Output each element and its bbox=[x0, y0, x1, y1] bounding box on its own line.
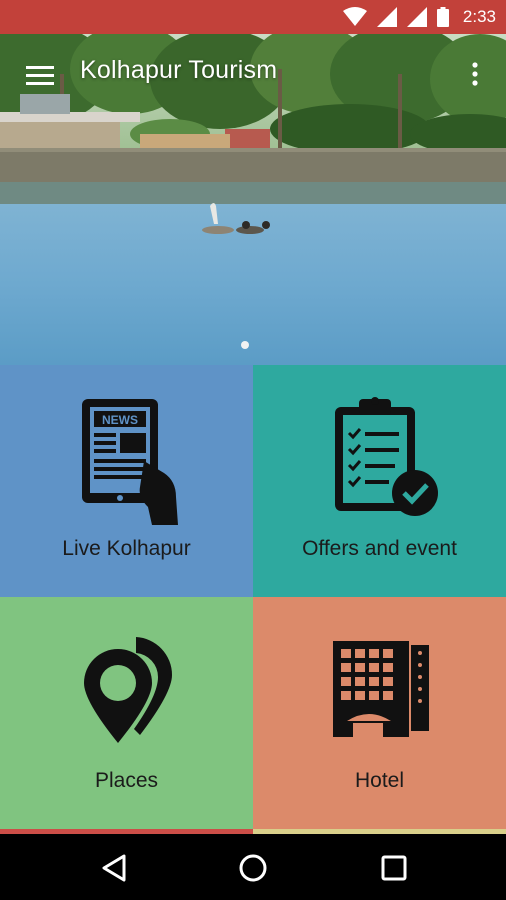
back-icon bbox=[102, 854, 126, 882]
tile-live-kolhapur[interactable]: NEWS Live Kolhapur bbox=[0, 365, 253, 597]
tile-label: Places bbox=[94, 769, 159, 792]
tile-hotel[interactable]: Hotel bbox=[253, 597, 506, 829]
overflow-menu-button[interactable] bbox=[460, 58, 490, 92]
tile-label: Live Kolhapur bbox=[62, 537, 191, 560]
battery-icon bbox=[436, 7, 449, 27]
tile-offers-and-event[interactable]: Offers and event bbox=[253, 365, 506, 597]
hero-banner[interactable]: Kolhapur Tourism bbox=[0, 34, 506, 365]
status-time: 2:33 bbox=[462, 7, 496, 26]
hamburger-menu-icon bbox=[26, 66, 54, 85]
map-pins-icon bbox=[84, 637, 173, 743]
tile-places[interactable]: Places bbox=[0, 597, 253, 829]
signal-icon bbox=[406, 7, 427, 27]
home-icon bbox=[239, 854, 267, 882]
tile-label: Offers and event bbox=[302, 537, 457, 560]
pager-dot[interactable] bbox=[241, 341, 249, 349]
back-button[interactable] bbox=[96, 850, 132, 886]
menu-button[interactable] bbox=[20, 60, 60, 90]
clipboard-check-icon bbox=[335, 397, 438, 516]
page-title: Kolhapur Tourism bbox=[80, 56, 278, 84]
signal-icon bbox=[376, 7, 397, 27]
recents-button[interactable] bbox=[376, 850, 412, 886]
status-bar: 2:33 bbox=[0, 0, 506, 34]
svg-text:NEWS: NEWS bbox=[102, 413, 138, 427]
hotel-building-icon bbox=[333, 641, 429, 737]
home-button[interactable] bbox=[235, 850, 271, 886]
system-nav-bar bbox=[0, 834, 506, 900]
more-vert-icon bbox=[472, 62, 478, 86]
recents-icon bbox=[381, 855, 407, 881]
news-tablet-icon: NEWS bbox=[82, 399, 178, 525]
tile-label: Hotel bbox=[354, 769, 405, 792]
wifi-icon bbox=[342, 7, 367, 26]
